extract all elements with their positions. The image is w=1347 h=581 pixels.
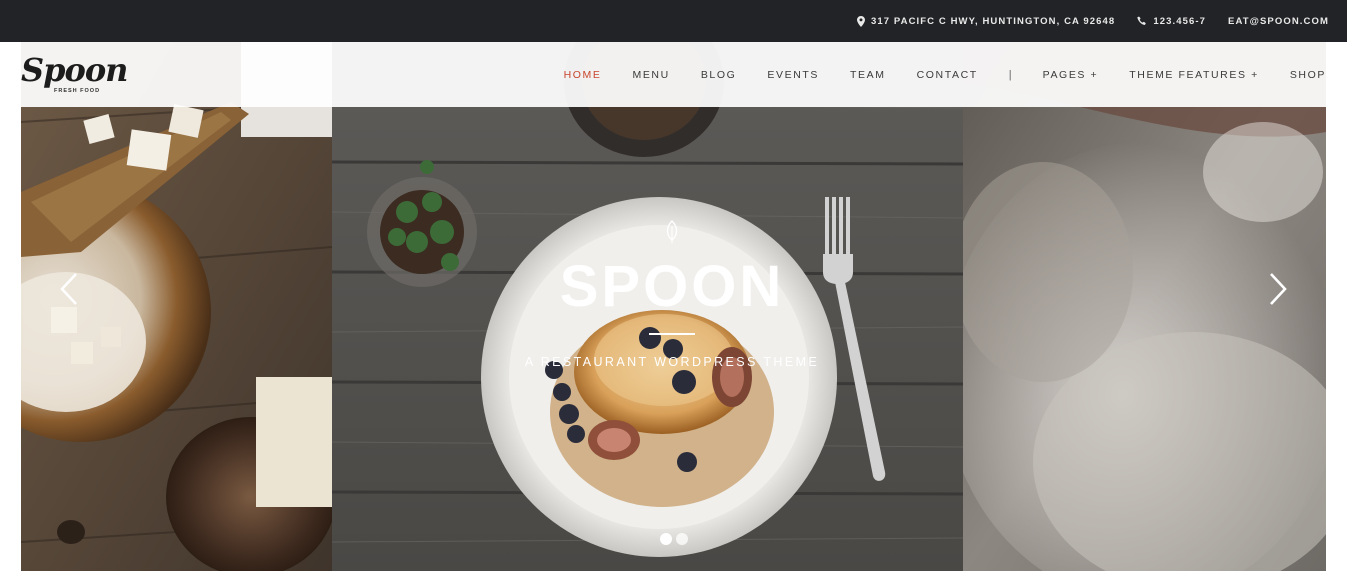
slider-dot[interactable]: [676, 533, 688, 545]
hero-caption: SPOON A RESTAURANT WORDPRESS THEME: [482, 220, 862, 369]
email-link[interactable]: EAT@SPOON.COM: [1228, 16, 1329, 27]
main-nav: HOME MENU BLOG EVENTS TEAM CONTACT | PAG…: [533, 42, 1326, 107]
nav-item-team[interactable]: TEAM: [850, 69, 886, 81]
slider-prev-button[interactable]: [58, 271, 82, 307]
hero-title: SPOON: [559, 254, 785, 319]
nav-item-menu[interactable]: MENU: [632, 69, 669, 81]
address-info: 317 PACIFC C HWY, HUNTINGTON, CA 92648: [856, 15, 1116, 27]
email-info[interactable]: EAT@SPOON.COM: [1228, 16, 1329, 27]
nav-item-blog[interactable]: BLOG: [701, 69, 737, 81]
phone-info[interactable]: 123.456-7: [1137, 16, 1206, 27]
site-header: Spoon FRESH FOOD HOME MENU BLOG EVENTS T…: [21, 42, 1326, 107]
map-pin-icon: [856, 15, 865, 27]
hero-divider: [649, 333, 695, 335]
nav-item-theme-features[interactable]: THEME FEATURES +: [1129, 69, 1259, 81]
slider-dot[interactable]: [660, 533, 672, 545]
hero-slider: SPOON A RESTAURANT WORDPRESS THEME: [21, 42, 1326, 571]
nav-item-events[interactable]: EVENTS: [767, 69, 819, 81]
leaf-icon: [666, 220, 678, 243]
nav-item-home[interactable]: HOME: [564, 69, 602, 81]
nav-item-shop[interactable]: SHOP: [1290, 69, 1326, 81]
nav-item-pages[interactable]: PAGES +: [1043, 69, 1099, 81]
address-text: 317 PACIFC C HWY, HUNTINGTON, CA 92648: [870, 15, 1116, 27]
nav-item-contact[interactable]: CONTACT: [917, 69, 978, 81]
chevron-right-icon: [1270, 273, 1287, 305]
logo-tagline: FRESH FOOD: [54, 88, 101, 94]
chevron-left-icon: [60, 273, 77, 305]
phone-icon: [1137, 16, 1147, 25]
hero-subtitle: A RESTAURANT WORDPRESS THEME: [524, 355, 820, 369]
site-logo[interactable]: Spoon FRESH FOOD: [21, 51, 128, 101]
logo-wordmark: Spoon: [21, 51, 128, 89]
nav-separator: |: [1008, 68, 1012, 81]
slider-next-button[interactable]: [1265, 271, 1289, 307]
phone-text[interactable]: 123.456-7: [1153, 16, 1206, 27]
top-contact-bar: 317 PACIFC C HWY, HUNTINGTON, CA 92648 1…: [0, 0, 1347, 42]
slider-pagination: [660, 533, 688, 545]
